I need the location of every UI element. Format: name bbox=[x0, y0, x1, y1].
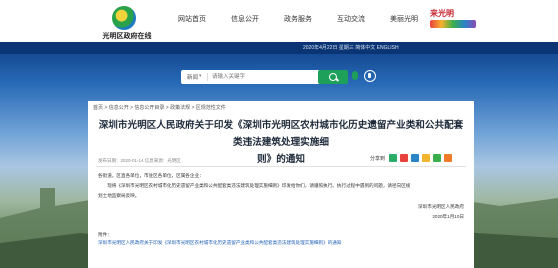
search-divider bbox=[207, 73, 208, 81]
breadcrumb[interactable]: 首页 > 信息公开 > 信息公开目录 > 政策法规 > 区规范性文件 bbox=[93, 104, 226, 111]
qzone-icon[interactable] bbox=[422, 154, 431, 162]
accessibility-icon[interactable] bbox=[364, 70, 376, 82]
content-divider bbox=[96, 166, 466, 167]
logo-emblem-icon bbox=[112, 6, 136, 30]
attachment-label: 附件： bbox=[98, 232, 112, 237]
brand-text: 来光明 bbox=[430, 9, 454, 18]
wechat-icon[interactable] bbox=[389, 154, 398, 162]
signature-date: 2020年1月10日 bbox=[432, 214, 464, 219]
nav-item-interaction[interactable]: 互动交流 bbox=[337, 14, 365, 28]
search-input[interactable] bbox=[212, 72, 322, 82]
site-header: 光明区政府在线 网站首页 信息公开 政务服务 互动交流 美丽光明 来光明 bbox=[0, 0, 558, 42]
search-scope-select[interactable]: 新闻 bbox=[187, 73, 198, 81]
paragraph-body: 现将《深圳市光明区农村城市化历史遗留产业类和公共配套类违法建筑处理实施细则》印发… bbox=[98, 183, 411, 188]
share-bar: 分享到 bbox=[370, 153, 455, 163]
attachment-link[interactable]: 深圳市光明区人民政府关于印发《深圳市光明区农村城市化历史遗留产业类和公共配套类违… bbox=[98, 240, 341, 246]
nav-item-home[interactable]: 网站首页 bbox=[178, 14, 206, 28]
paragraph-body-cont: 划土地监察局反映。 bbox=[98, 193, 140, 198]
share-label: 分享到 bbox=[370, 155, 386, 162]
brand-stripe bbox=[430, 20, 476, 28]
weibo-icon[interactable] bbox=[400, 154, 409, 162]
date-language-text: 2020年4月22日 星期三 简体中文 ENGLISH bbox=[303, 45, 399, 51]
signature: 深圳市光明区人民政府 bbox=[418, 204, 464, 209]
more-icon[interactable] bbox=[444, 154, 453, 162]
microphone-icon[interactable] bbox=[352, 71, 358, 80]
site-logo[interactable]: 光明区政府在线 bbox=[92, 6, 162, 40]
nav-item-gov-services[interactable]: 政务服务 bbox=[284, 14, 312, 28]
top-info-bar: 2020年4月22日 星期三 简体中文 ENGLISH bbox=[0, 42, 558, 54]
qq-icon[interactable] bbox=[411, 154, 420, 162]
brand-logo[interactable]: 来光明 bbox=[430, 8, 476, 32]
logo-text: 光明区政府在线 bbox=[102, 33, 152, 40]
paragraph-salutation: 各街道，区直各单位，市驻区各单位，区属各企业： bbox=[98, 173, 204, 178]
main-nav: 网站首页 信息公开 政务服务 互动交流 美丽光明 bbox=[178, 14, 443, 28]
nav-item-info-disclosure[interactable]: 信息公开 bbox=[231, 14, 259, 28]
douban-icon[interactable] bbox=[433, 154, 442, 162]
article-meta: 发布日期：2020-01-14 信息来源：光明区 bbox=[98, 158, 181, 163]
search-button[interactable] bbox=[318, 70, 348, 84]
title-line-1: 深圳市光明区人民政府关于印发《深圳市光明区农村城市化历史遗留产业类和公共配套类违… bbox=[98, 120, 464, 148]
article-card: 首页 > 信息公开 > 信息公开目录 > 政策法规 > 区规范性文件 深圳市光明… bbox=[88, 101, 474, 268]
nav-item-beautiful-guangming[interactable]: 美丽光明 bbox=[390, 14, 418, 28]
chevron-down-icon[interactable]: ▾ bbox=[199, 73, 202, 79]
